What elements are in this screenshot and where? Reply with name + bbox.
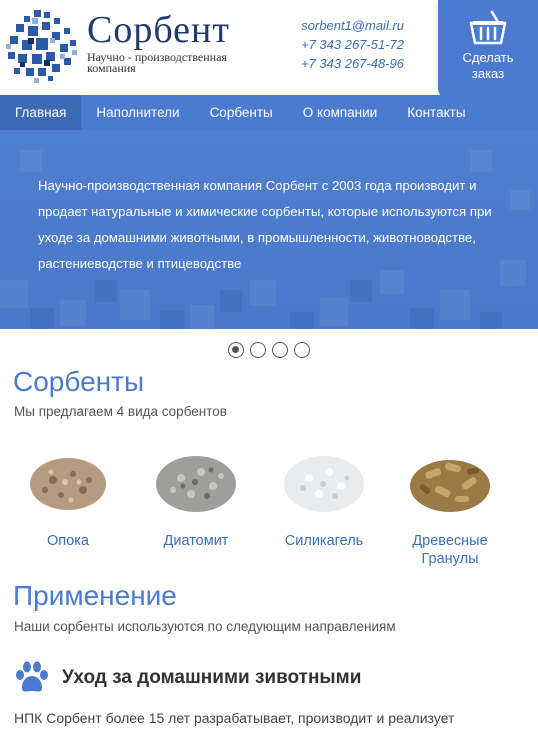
brand[interactable]: Сорбент Научно - производственная компан…: [87, 10, 247, 74]
nav-item-fillers[interactable]: Наполнители: [81, 95, 194, 130]
slider-dot[interactable]: [272, 342, 288, 358]
brand-name: Сорбент: [87, 9, 230, 51]
application-item-title: Уход за домашними зивотными: [62, 667, 362, 688]
sorbents-subtitle: Мы предлагаем 4 вида сорбентов: [14, 404, 227, 419]
hero-text: Научно-производственная компания Сорбент…: [38, 178, 492, 271]
product-silicagel[interactable]: Силикагель: [264, 440, 384, 550]
slider-dot[interactable]: [294, 342, 310, 358]
order-button[interactable]: Сделать заказ: [438, 0, 538, 100]
nav-item-about[interactable]: О компании: [288, 95, 392, 130]
phone-2[interactable]: +7 343 267-48-96: [301, 54, 404, 73]
main-nav: Главная Наполнители Сорбенты О компании …: [0, 95, 538, 130]
sorbents-title: Сорбенты: [13, 366, 145, 397]
nav-item-home[interactable]: Главная: [0, 95, 82, 130]
slider-dot[interactable]: [250, 342, 266, 358]
logo-icon[interactable]: [4, 8, 80, 84]
site-header: Сорбент Научно - производственная компан…: [0, 0, 538, 100]
basket-icon: [469, 10, 507, 45]
contacts: sorbent1@mail.ru +7 343 267-51-72 +7 343…: [301, 16, 404, 73]
product-opoka[interactable]: Опока: [8, 440, 128, 550]
diatomite-image: [156, 456, 236, 512]
product-diatomite[interactable]: Диатомит: [136, 440, 256, 550]
wood-pellets-image: [410, 460, 490, 512]
nav-item-contacts[interactable]: Контакты: [392, 95, 480, 130]
order-button-label: Сделать заказ: [462, 50, 514, 81]
product-wood-pellets[interactable]: Древесные Гранулы: [390, 440, 510, 568]
application-item-text: НПК Сорбент более 15 лет разрабатывает, …: [14, 710, 455, 726]
hero-slider: Научно-производственная компания Сорбент…: [0, 130, 538, 329]
product-diatomite-label: Диатомит: [163, 533, 229, 549]
slider-dot[interactable]: [228, 342, 244, 358]
email-link[interactable]: sorbent1@mail.ru: [301, 16, 404, 35]
opoka-image: [30, 458, 106, 510]
application-title: Применение: [13, 580, 177, 611]
nav-item-sorbents[interactable]: Сорбенты: [195, 95, 288, 130]
phone-1[interactable]: +7 343 267-51-72: [301, 35, 404, 54]
silicagel-image: [284, 456, 364, 512]
brand-tagline: Научно - производственная компания: [87, 50, 227, 75]
product-silicagel-label: Силикагель: [284, 533, 364, 549]
product-opoka-label: Опока: [47, 533, 89, 549]
product-wood-pellets-label: Древесные Гранулы: [412, 533, 488, 567]
application-item[interactable]: Уход за домашними зивотными: [14, 660, 361, 696]
paw-icon: [16, 661, 48, 692]
application-subtitle: Наши сорбенты используются по следующим …: [14, 619, 396, 634]
slider-dots: [0, 342, 538, 358]
